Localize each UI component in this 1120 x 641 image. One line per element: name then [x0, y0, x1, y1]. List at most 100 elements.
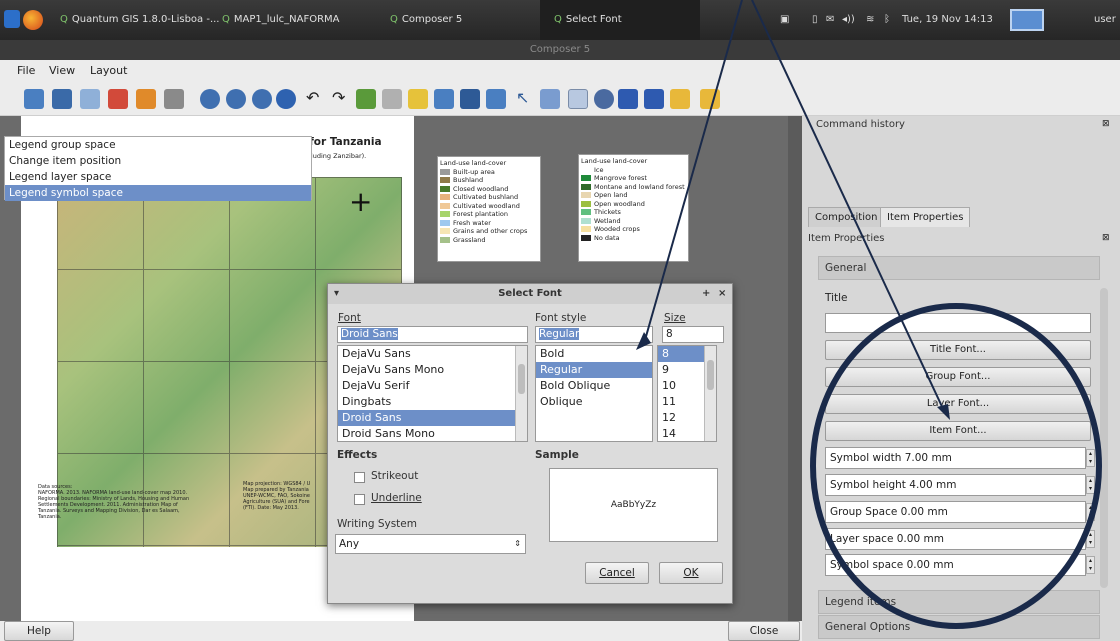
mail-icon[interactable]: ✉ [826, 0, 834, 40]
command-history-list[interactable]: Legend group space Change item position … [4, 136, 312, 201]
symbol-space-spinbox[interactable]: Symbol space 0.00 mm ▴ ▾ [825, 554, 1095, 576]
add-label-icon[interactable] [408, 89, 428, 109]
spin-arrows-icon[interactable]: ▴ ▾ [1086, 556, 1095, 574]
pin-icon[interactable]: + [702, 284, 710, 304]
font-style-list[interactable]: Bold Regular Bold Oblique Oblique [535, 345, 653, 442]
add-image-icon[interactable] [382, 89, 402, 109]
title-font-button[interactable]: Title Font... [825, 340, 1091, 360]
size-input[interactable]: 8 [662, 326, 724, 343]
add-legend-icon[interactable] [434, 89, 454, 109]
menu-layout[interactable]: Layout [90, 64, 127, 77]
app-menu-icon[interactable] [4, 10, 20, 28]
list-item[interactable]: Droid Sans Mono [338, 426, 527, 441]
list-item[interactable]: Oblique [536, 394, 652, 410]
group-icon[interactable] [618, 89, 638, 109]
bluetooth-icon[interactable]: ᛒ [884, 0, 890, 40]
font-input[interactable]: Droid Sans [337, 326, 528, 343]
properties-scrollbar[interactable] [1100, 288, 1108, 588]
canvas-scrollbar[interactable] [788, 116, 802, 621]
open-icon[interactable] [24, 89, 44, 109]
select-move-icon[interactable] [568, 89, 588, 109]
strikeout-checkbox[interactable] [354, 472, 365, 483]
size-list[interactable]: 8 9 10 11 12 14 [657, 345, 717, 442]
spin-arrows-icon[interactable]: ▴ ▾ [1086, 449, 1095, 467]
print-icon[interactable] [164, 89, 184, 109]
list-item[interactable]: Bold [536, 346, 652, 362]
taskbar-task-map[interactable]: Q MAP1_lulc_NAFORMA [222, 0, 372, 40]
wifi-icon[interactable]: ≋ [866, 0, 874, 40]
dialog-titlebar[interactable]: Select Font ▾ + × [328, 284, 732, 304]
clock[interactable]: Tue, 19 Nov 14:13 [902, 0, 993, 40]
refresh-icon[interactable] [276, 89, 296, 109]
camera-icon[interactable]: ▣ [780, 0, 789, 40]
dialog-menu-icon[interactable]: ▾ [334, 284, 339, 304]
taskbar-task-composer[interactable]: Q Composer 5 [390, 0, 530, 40]
zoom-out-icon[interactable] [252, 89, 272, 109]
list-item[interactable]: Dingbats [338, 394, 527, 410]
list-item[interactable]: DejaVu Serif [338, 378, 527, 394]
taskbar-task-qgis[interactable]: Q Quantum GIS 1.8.0-Lisboa -... [60, 0, 220, 40]
underline-label[interactable]: Underline [371, 492, 422, 504]
user-menu[interactable]: user [1094, 0, 1116, 40]
history-item[interactable]: Legend symbol space [5, 185, 311, 201]
history-item[interactable]: Legend group space [5, 137, 311, 153]
raise-icon[interactable] [670, 89, 690, 109]
general-options-section[interactable]: General Options [818, 615, 1100, 639]
history-item[interactable]: Change item position [5, 153, 311, 169]
add-table-icon[interactable] [540, 89, 560, 109]
zoom-full-icon[interactable] [200, 89, 220, 109]
export-svg-icon[interactable] [136, 89, 156, 109]
group-space-spinbox[interactable]: Group Space 0.00 mm ▴ ▾ [825, 501, 1095, 523]
font-list[interactable]: DejaVu Sans DejaVu Sans Mono DejaVu Seri… [337, 345, 528, 442]
add-scalebar-icon[interactable] [460, 89, 480, 109]
list-item[interactable]: DejaVu Sans Mono [338, 362, 527, 378]
title-input[interactable] [825, 313, 1091, 333]
legend-box-1[interactable]: Land-use land-cover Built-up area Bushlan… [437, 156, 541, 262]
symbol-width-spinbox[interactable]: Symbol width 7.00 mm ▴ ▾ [825, 447, 1095, 469]
add-shape-icon[interactable] [486, 89, 506, 109]
list-item[interactable]: Bold Oblique [536, 378, 652, 394]
strikeout-label[interactable]: Strikeout [371, 470, 418, 482]
close-icon[interactable]: ⊠ [1102, 233, 1110, 243]
close-button[interactable]: Close [728, 621, 800, 641]
close-icon[interactable]: ⊠ [1102, 119, 1110, 129]
list-item[interactable]: Droid Sans [338, 410, 527, 426]
layer-space-spinbox[interactable]: Layer space 0.00 mm ▴ ▾ [825, 528, 1095, 550]
add-map-icon[interactable] [356, 89, 376, 109]
font-list-scrollbar[interactable] [515, 346, 527, 441]
export-image-icon[interactable] [80, 89, 100, 109]
list-item[interactable]: DejaVu Sans [338, 346, 527, 362]
history-item[interactable]: Legend layer space [5, 169, 311, 185]
workspace-switcher[interactable] [1010, 9, 1044, 31]
legend-box-2[interactable]: Land-use land-cover Ice Mangrove forest Mo… [578, 154, 689, 262]
volume-icon[interactable]: ◂)) [842, 0, 855, 40]
align-icon[interactable] [700, 89, 720, 109]
firefox-icon[interactable] [23, 10, 43, 30]
spin-arrows-icon[interactable]: ▴ ▾ [1086, 476, 1095, 494]
zoom-in-icon[interactable] [226, 89, 246, 109]
item-font-button[interactable]: Item Font... [825, 421, 1091, 441]
redo-icon[interactable]: ↷ [332, 89, 352, 109]
menu-view[interactable]: View [49, 64, 75, 77]
tab-item-properties[interactable]: Item Properties [880, 207, 971, 227]
ok-button[interactable]: OK [659, 562, 723, 584]
cancel-button[interactable]: Cancel [585, 562, 649, 584]
battery-icon[interactable]: ▯ [812, 0, 818, 40]
undo-icon[interactable]: ↶ [306, 89, 326, 109]
layer-font-button[interactable]: Layer Font... [825, 394, 1091, 414]
ungroup-icon[interactable] [644, 89, 664, 109]
move-content-icon[interactable] [594, 89, 614, 109]
help-button[interactable]: Help [4, 621, 74, 641]
symbol-height-spinbox[interactable]: Symbol height 4.00 mm ▴ ▾ [825, 474, 1095, 496]
spin-arrows-icon[interactable]: ▴ ▾ [1086, 530, 1095, 548]
size-list-scrollbar[interactable] [704, 346, 716, 441]
list-item[interactable]: Regular [536, 362, 652, 378]
font-style-input[interactable]: Regular [535, 326, 653, 343]
spin-arrows-icon[interactable]: ▴ ▾ [1086, 503, 1095, 521]
menu-file[interactable]: File [17, 64, 35, 77]
tab-composition[interactable]: Composition [808, 207, 885, 227]
general-section[interactable]: General [818, 256, 1100, 280]
legend-items-section[interactable]: Legend items [818, 590, 1100, 614]
add-arrow-icon[interactable]: ↖ [516, 89, 536, 109]
close-icon[interactable]: × [718, 284, 726, 304]
